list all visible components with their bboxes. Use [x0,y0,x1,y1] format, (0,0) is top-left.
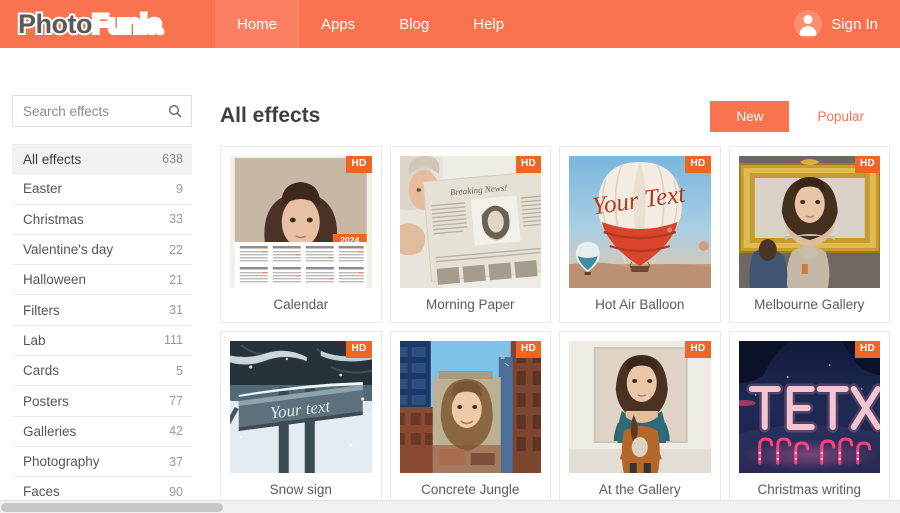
sidebar-item-label: All effects [23,151,82,167]
sort-popular-button[interactable]: Popular [791,101,890,132]
effect-card-christmas-writing[interactable]: HD Christmas writing [728,331,890,508]
sidebar-item-count: 33 [169,212,183,227]
sign-in-label: Sign In [831,15,878,33]
hd-badge: HD [685,341,711,358]
sidebar-item-cards[interactable]: Cards 5 [12,356,192,387]
christmas-writing-artwork [738,341,880,473]
sidebar-item-label: Photography [23,454,100,470]
sidebar-item-count: 77 [169,394,183,409]
concrete-jungle-artwork [399,341,541,473]
sidebar-item-label: Faces [23,484,60,500]
logo-text-funia: Funia [90,8,164,39]
effects-header: All effects New Popular [220,95,890,137]
hd-badge: HD [515,156,541,173]
nav-item-apps[interactable]: Apps [299,0,377,48]
sidebar-item-valentines-day[interactable]: Valentine's day 22 [12,235,192,266]
hd-badge: HD [685,156,711,173]
sidebar-item-label: Galleries [23,423,77,439]
main-navigation: Home Apps Blog Help [215,0,526,48]
nav-item-blog[interactable]: Blog [377,0,451,48]
sort-controls: New Popular [710,100,890,132]
search-box[interactable] [12,95,192,127]
search-input[interactable] [13,96,191,126]
effect-card-snow-sign[interactable]: Your text HD Snow sign [220,331,382,508]
sidebar-item-count: 22 [169,242,183,257]
sidebar-item-count: 21 [169,272,183,287]
nav-item-help[interactable]: Help [451,0,526,48]
sidebar-item-photography[interactable]: Photography 37 [12,447,192,478]
sidebar: All effects 638 Easter 9 Christmas 33 Va… [0,95,192,508]
snow-sign-artwork: Your text [230,341,372,473]
effects-panel: All effects New Popular 2024 HD Calendar… [192,95,900,508]
sidebar-item-count: 42 [169,424,183,439]
effect-thumbnail: Your Text HD [569,156,711,288]
sidebar-item-count: 5 [176,363,183,378]
effect-thumbnail: 2024 HD [230,156,372,288]
effect-title: Calendar [273,297,329,312]
effect-title: Melbourne Gallery [754,297,865,312]
category-list: All effects 638 Easter 9 Christmas 33 Va… [12,144,192,508]
sidebar-item-label: Halloween [23,272,87,288]
horizontal-scrollbar[interactable] [0,500,900,513]
effect-title: Morning Paper [425,297,515,312]
sidebar-item-lab[interactable]: Lab 111 [12,326,192,357]
sidebar-item-label: Christmas [23,211,84,227]
sidebar-item-posters[interactable]: Posters 77 [12,386,192,417]
sidebar-item-count: 37 [169,454,183,469]
sidebar-item-count: 638 [162,152,183,167]
sidebar-item-label: Easter [23,181,63,197]
site-header: PhotoFunia Home Apps Blog Help Sign In [0,0,900,48]
horizontal-scrollbar-thumb[interactable] [1,503,223,512]
page-title: All effects [220,104,321,127]
sidebar-item-count: 111 [163,333,183,348]
sidebar-item-all-effects[interactable]: All effects 638 [12,144,192,175]
hd-badge: HD [346,341,372,358]
effect-thumbnail: Breaking News! HD [399,156,541,288]
page-body: All effects 638 Easter 9 Christmas 33 Va… [0,48,900,508]
effects-grid: 2024 HD Calendar Breaking News! HD Morni… [220,146,890,508]
sidebar-item-filters[interactable]: Filters 31 [12,295,192,326]
effect-title: Hot Air Balloon [595,297,685,312]
effect-card-morning-paper[interactable]: Breaking News! HD Morning Paper [389,146,551,323]
hd-badge: HD [515,341,541,358]
effect-card-hot-air-balloon[interactable]: Your Text HD Hot Air Balloon [559,146,721,323]
calendar-artwork: 2024 [230,156,372,288]
hd-badge: HD [346,156,372,173]
effect-thumbnail: Your text HD [230,341,372,473]
sidebar-item-count: 31 [169,303,183,318]
hd-badge: HD [854,156,880,173]
site-logo[interactable]: PhotoFunia [0,0,215,48]
newspaper-artwork: Breaking News! [399,156,541,288]
sidebar-item-galleries[interactable]: Galleries 42 [12,417,192,447]
sidebar-item-easter[interactable]: Easter 9 [12,174,192,205]
sidebar-item-count: 9 [176,181,183,196]
sidebar-item-label: Valentine's day [23,242,114,258]
sidebar-item-label: Posters [23,393,69,409]
effect-card-calendar[interactable]: 2024 HD Calendar [220,146,382,323]
search-icon[interactable] [167,103,183,119]
effect-card-at-the-gallery[interactable]: HD At the Gallery [559,331,721,508]
effect-thumbnail: HD [569,341,711,473]
gallery-frame-artwork [738,156,880,288]
sidebar-item-label: Filters [23,302,60,318]
effect-card-melbourne-gallery[interactable]: HD Melbourne Gallery [728,146,890,323]
sign-in-button[interactable]: Sign In [794,0,900,48]
sidebar-item-label: Cards [23,363,60,379]
at-the-gallery-artwork [569,341,711,473]
effect-thumbnail: HD [399,341,541,473]
sidebar-item-halloween[interactable]: Halloween 21 [12,265,192,296]
sidebar-item-christmas[interactable]: Christmas 33 [12,205,192,235]
effect-card-concrete-jungle[interactable]: HD Concrete Jungle [389,331,551,508]
effect-thumbnail: HD [738,156,880,288]
effect-thumbnail: HD [738,341,880,473]
sort-new-button[interactable]: New [710,100,790,132]
sidebar-item-label: Lab [23,332,46,348]
logo-text-photo: Photo [16,8,94,39]
balloon-artwork: Your Text [569,156,711,288]
nav-item-home[interactable]: Home [215,0,300,48]
hd-badge: HD [854,341,880,358]
user-avatar-icon [794,10,823,38]
sidebar-item-count: 90 [169,484,183,499]
